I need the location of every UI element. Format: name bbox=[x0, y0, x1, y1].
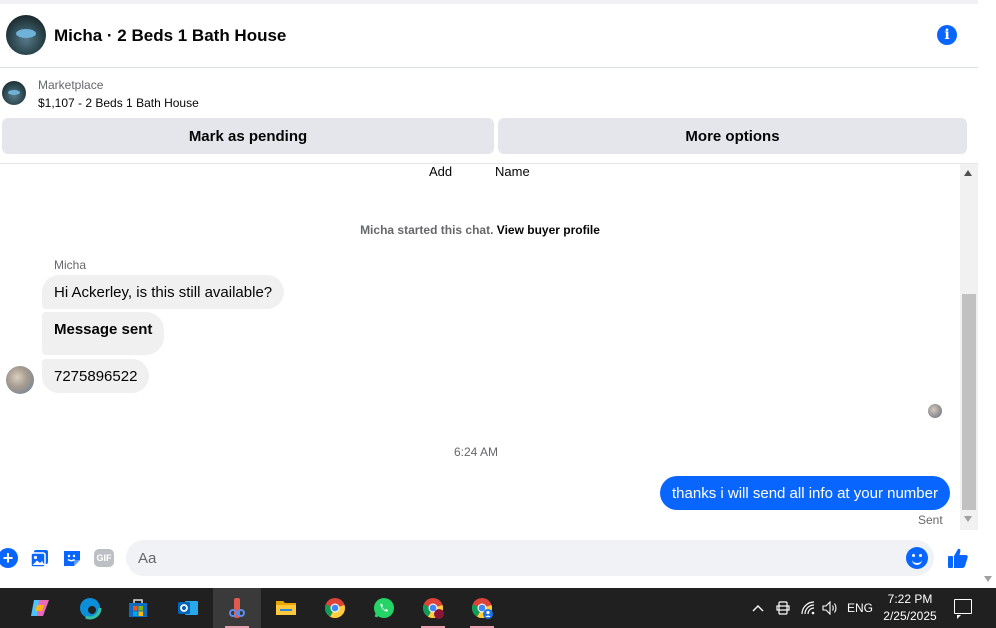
message-input[interactable] bbox=[126, 540, 934, 576]
marketplace-listing-panel: Marketplace $1,107 - 2 Beds 1 Bath House… bbox=[0, 68, 978, 164]
outlook-icon[interactable] bbox=[164, 588, 212, 628]
microsoft-store-icon[interactable] bbox=[114, 588, 162, 628]
chrome-icon[interactable] bbox=[311, 588, 359, 628]
message-timestamp: 6:24 AM bbox=[453, 445, 499, 459]
plus-icon[interactable]: + bbox=[0, 548, 18, 568]
listing-title[interactable]: $1,107 - 2 Beds 1 Bath House bbox=[38, 96, 199, 110]
edge-browser-icon[interactable] bbox=[66, 588, 114, 628]
chat-started-notice: Micha started this chat. View buyer prof… bbox=[0, 223, 960, 237]
sticker-icon[interactable] bbox=[62, 548, 82, 568]
message-composer: + GIF bbox=[0, 530, 978, 586]
mark-as-pending-button[interactable]: Mark as pending bbox=[2, 118, 494, 154]
windows-taskbar: ENG 7:22 PM 2/25/2025 bbox=[0, 588, 996, 628]
name-label[interactable]: Name bbox=[495, 164, 530, 179]
notification-icon[interactable] bbox=[954, 599, 972, 619]
scroll-up-arrow-icon[interactable] bbox=[964, 170, 972, 176]
listing-source-label: Marketplace bbox=[38, 78, 104, 92]
sent-status: Sent bbox=[918, 513, 943, 527]
info-icon[interactable]: i bbox=[937, 25, 957, 45]
chevron-up-icon[interactable] bbox=[750, 588, 766, 628]
tablet-mode-icon[interactable] bbox=[774, 588, 792, 628]
conversation-title[interactable]: Micha · 2 Beds 1 Bath House bbox=[54, 26, 286, 46]
chrome-profile-user-icon[interactable] bbox=[458, 588, 506, 628]
chrome-profile-c-icon[interactable] bbox=[409, 588, 457, 628]
outgoing-message[interactable]: thanks i will send all info at your numb… bbox=[660, 476, 950, 510]
chat-started-text: Micha started this chat. bbox=[360, 223, 494, 237]
incoming-message[interactable]: Hi Ackerley, is this still available? bbox=[42, 275, 285, 309]
message-thread: Add Name Micha started this chat. View b… bbox=[0, 164, 960, 530]
language-indicator[interactable]: ENG bbox=[846, 588, 874, 628]
thumbs-up-icon[interactable] bbox=[946, 546, 970, 570]
snipping-tool-icon[interactable] bbox=[213, 588, 261, 628]
gif-icon[interactable]: GIF bbox=[94, 549, 114, 567]
scroll-thumb[interactable] bbox=[962, 294, 976, 510]
messenger-window: Micha · 2 Beds 1 Bath House i Marketplac… bbox=[0, 0, 996, 628]
file-explorer-icon[interactable] bbox=[262, 588, 310, 628]
page-scroll-down-icon[interactable] bbox=[984, 576, 992, 582]
incoming-message[interactable]: Message sent bbox=[42, 312, 165, 355]
emoji-icon[interactable] bbox=[906, 547, 928, 569]
incoming-message[interactable]: 7275896522 bbox=[42, 359, 150, 393]
more-options-button[interactable]: More options bbox=[498, 118, 967, 154]
whatsapp-icon[interactable] bbox=[360, 588, 408, 628]
wifi-icon[interactable] bbox=[798, 588, 818, 628]
conversation-avatar[interactable] bbox=[6, 15, 46, 55]
image-icon[interactable] bbox=[30, 548, 50, 568]
clock-time[interactable]: 7:22 PM bbox=[878, 592, 942, 606]
copilot-app-icon[interactable] bbox=[16, 588, 64, 628]
chat-header: Micha · 2 Beds 1 Bath House i bbox=[0, 4, 978, 68]
listing-thumbnail[interactable] bbox=[2, 81, 26, 105]
seen-indicator-avatar bbox=[928, 404, 942, 418]
volume-icon[interactable] bbox=[820, 588, 840, 628]
clock-date[interactable]: 2/25/2025 bbox=[878, 609, 942, 623]
scroll-down-arrow-icon[interactable] bbox=[964, 516, 972, 522]
add-label[interactable]: Add bbox=[429, 164, 452, 179]
sender-avatar[interactable] bbox=[6, 366, 34, 394]
view-buyer-profile-link[interactable]: View buyer profile bbox=[497, 223, 600, 237]
sender-name: Micha bbox=[54, 258, 87, 272]
thread-scrollbar[interactable] bbox=[960, 164, 978, 530]
